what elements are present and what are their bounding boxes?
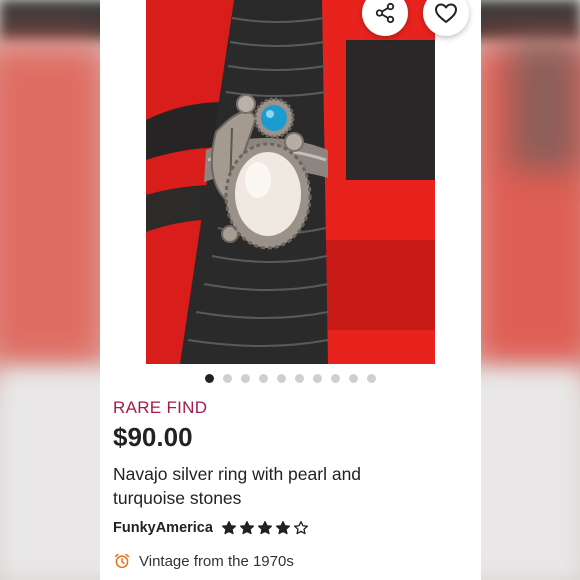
- rare-find-badge: RARE FIND: [113, 398, 208, 417]
- ring-photo-image: [146, 0, 435, 364]
- carousel-dot[interactable]: [223, 374, 232, 383]
- vintage-row: Vintage from the 1970s: [113, 552, 294, 570]
- vintage-label: Vintage from the 1970s: [139, 552, 294, 570]
- star-filled-icon: [239, 521, 254, 535]
- star-filled-icon: [275, 521, 290, 535]
- carousel-dots: [100, 374, 481, 383]
- carousel-dot[interactable]: [205, 374, 214, 383]
- listing-title[interactable]: Navajo silver ring with pearl and turquo…: [113, 462, 413, 510]
- carousel-dot[interactable]: [313, 374, 322, 383]
- price: $90.00: [113, 422, 193, 452]
- listing-card[interactable]: RARE FIND $90.00 Navajo silver ring with…: [100, 0, 481, 580]
- carousel-dot[interactable]: [349, 374, 358, 383]
- carousel-dot[interactable]: [295, 374, 304, 383]
- carousel-dot[interactable]: [367, 374, 376, 383]
- listing-photo[interactable]: [146, 0, 435, 364]
- carousel-dot[interactable]: [241, 374, 250, 383]
- star-rating: [221, 520, 309, 536]
- carousel-dot[interactable]: [259, 374, 268, 383]
- alarm-clock-icon: [114, 553, 130, 569]
- star-filled-icon: [221, 521, 236, 535]
- carousel-dot[interactable]: [331, 374, 340, 383]
- carousel-dot[interactable]: [277, 374, 286, 383]
- shop-name[interactable]: FunkyAmerica: [113, 520, 213, 536]
- star-empty-icon: [293, 521, 308, 535]
- star-filled-icon: [257, 521, 272, 535]
- heart-icon: [435, 3, 457, 23]
- share-icon: [375, 2, 395, 24]
- shop-row: FunkyAmerica: [113, 520, 309, 536]
